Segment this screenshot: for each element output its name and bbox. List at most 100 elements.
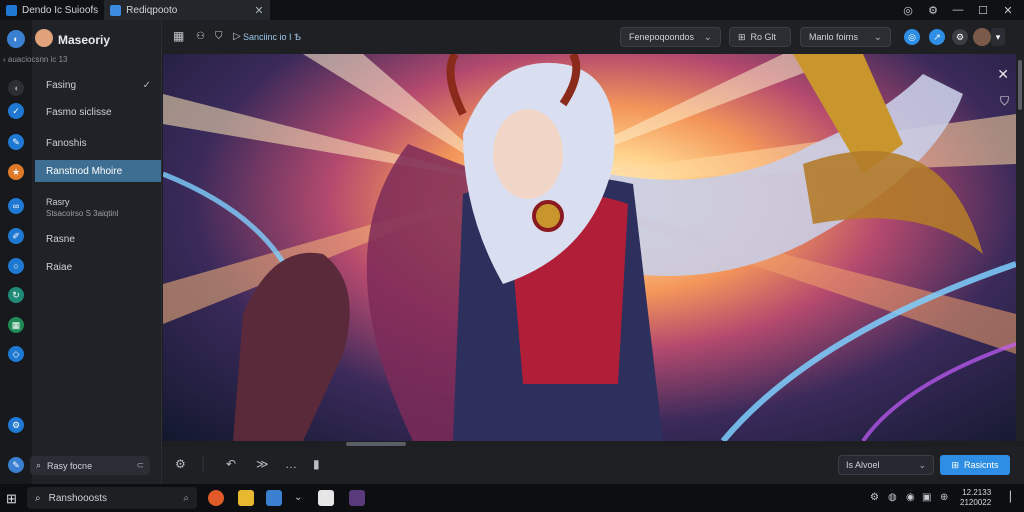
emblem (532, 200, 564, 232)
settings-icon[interactable]: ⚙ (952, 29, 968, 45)
sidebar-item-fasing[interactable]: Fasing ✓ (35, 74, 161, 96)
vertical-scrollbar[interactable] (1016, 54, 1024, 441)
pen-icon[interactable]: ✎ (8, 134, 24, 150)
browser-icon[interactable] (208, 490, 224, 506)
title-bar: Dendo Ic Suioofs Rediqpooto ✕ ◎ ⚙ — ☐ ✕ (0, 0, 1024, 20)
circle-icon[interactable]: ○ (8, 258, 24, 274)
taskbar-clock[interactable]: 12.2133 2120022 (960, 488, 991, 508)
face (493, 109, 563, 199)
image-icon: ⊞ (951, 459, 960, 470)
sidebar-search[interactable]: ⌕ Rasy focne ⊂ (30, 456, 150, 475)
clear-icon[interactable]: ⊂ (136, 460, 144, 471)
users-icon[interactable]: ⚇ (196, 31, 205, 42)
collapse-icon[interactable]: ◖ (8, 80, 24, 96)
minimize-button[interactable]: — (952, 4, 964, 16)
toolbar-dropdown-3[interactable]: Manlo foirns ⌄ (800, 27, 891, 47)
energy-arc (861, 342, 1016, 441)
shield-icon[interactable]: ⛉ (1000, 94, 1009, 109)
sidebar-item-7[interactable]: Raiae (35, 256, 161, 278)
network-icon[interactable]: ⚙ (870, 492, 879, 503)
grid-view-icon[interactable]: ▦ (173, 29, 184, 43)
close-tab-icon[interactable]: ✕ (254, 4, 263, 17)
artwork-image (163, 54, 1016, 441)
play-icon[interactable]: ▷ (233, 31, 241, 42)
document-icon[interactable] (318, 490, 334, 506)
clock-date: 2120022 (960, 498, 992, 507)
start-icon[interactable]: ⊞ (6, 491, 17, 507)
grid-icon[interactable]: ▦ (8, 317, 24, 333)
taskbar-search[interactable]: ⌕ Ranshooosts ⌕ (27, 487, 197, 509)
game-icon[interactable] (349, 490, 365, 506)
gear-icon[interactable]: ⚙ (175, 457, 186, 471)
battery-icon[interactable]: ▣ (922, 492, 931, 503)
sidebar-item-6[interactable]: Rasne (35, 228, 161, 250)
horn (446, 54, 467, 116)
show-desktop-icon[interactable]: ▏ (1010, 492, 1018, 503)
check-icon[interactable]: ✓ (8, 103, 24, 119)
layers-icon[interactable]: ◇ (8, 346, 24, 362)
clock-time: 12.2133 (962, 488, 992, 497)
app-logo-icon[interactable]: ◐ (7, 30, 25, 48)
tab-first[interactable]: Dendo Ic Suioofs (0, 0, 104, 20)
bottom-select[interactable]: Is Alvoel ⌄ (838, 455, 934, 475)
sidebar-item-label: Fasing (46, 79, 77, 91)
dropdown-label: Manlo foirns (809, 32, 859, 42)
window-controls: ◎ ⚙ — ☐ ✕ (902, 4, 1024, 17)
photos-icon[interactable] (266, 490, 282, 506)
breadcrumb[interactable]: Sanciinc io I Ѣ (243, 32, 301, 42)
shield-icon[interactable]: ⛉ (215, 31, 223, 42)
primary-action-label: Rasicnts (964, 460, 999, 470)
sidebar-item-label: Fasmo siclisse (46, 106, 112, 118)
toolbar-dropdown-2[interactable]: ⊞ Ro Glt (729, 27, 791, 47)
divider: │ (200, 457, 208, 471)
sidebar-item-5[interactable]: Rasry Stsacoirso S 3aiqtinl (46, 197, 118, 219)
bottom-select-label: Is Alvoel (846, 460, 880, 470)
image-canvas[interactable]: ✕ ⛉ (163, 54, 1016, 441)
bookmark-icon[interactable]: ▮ (313, 457, 320, 471)
more-icon[interactable]: … (285, 457, 297, 471)
tab-label: Rediqpooto (126, 4, 178, 16)
notification-icon[interactable]: ⊕ (940, 492, 948, 503)
scrollbar-thumb[interactable] (1018, 60, 1022, 110)
dropdown-label: Fenepoqoondos (629, 32, 695, 42)
avatar-menu-icon[interactable]: ▾ (991, 28, 1005, 46)
account-subtitle: ‹ auaciocsnn ic 13 (3, 55, 68, 64)
sidebar-item-label: Rasry (46, 197, 70, 207)
sidebar-item-2[interactable]: Fasmo siclisse (35, 101, 161, 123)
primary-action-button[interactable]: ⊞ Rasicnts (940, 455, 1010, 475)
sidebar-item-3[interactable]: Fanoshis (35, 132, 161, 154)
tab-second[interactable]: Rediqpooto ✕ (104, 0, 270, 20)
volume-icon[interactable]: ◉ (906, 492, 915, 503)
maximize-button[interactable]: ☐ (977, 4, 989, 17)
search-icon: ⌕ (36, 460, 42, 470)
toolbar-dropdown-1[interactable]: Fenepoqoondos ⌄ (620, 27, 721, 47)
avatar[interactable] (973, 28, 991, 46)
gear-icon[interactable]: ⚙ (8, 417, 24, 433)
edit-icon[interactable]: ✐ (8, 228, 24, 244)
scrollbar-thumb[interactable] (346, 442, 406, 446)
check-icon: ✓ (142, 79, 151, 91)
app-icon (110, 4, 122, 16)
account-icon[interactable]: ◎ (902, 4, 914, 17)
refresh-icon[interactable]: ↻ (8, 287, 24, 303)
close-viewer-icon[interactable]: ✕ (997, 66, 1009, 83)
sidebar-item-label: Rasne (46, 233, 75, 245)
compose-icon[interactable]: ✎ (8, 457, 24, 473)
tab-label: Dendo Ic Suioofs (22, 4, 99, 16)
search-icon: ⌕ (183, 492, 189, 504)
rotate-icon[interactable]: ↶ (226, 457, 236, 471)
chevron-down-icon[interactable]: ⌄ (294, 492, 302, 503)
wifi-icon[interactable]: ◍ (888, 492, 897, 503)
sync-icon[interactable]: ◎ (904, 29, 920, 45)
image-icon: ⊞ (738, 31, 746, 42)
star-icon[interactable]: ★ (8, 164, 24, 180)
settings-icon[interactable]: ⚙ (927, 4, 939, 17)
avatar[interactable] (35, 29, 53, 47)
app-window: Dendo Ic Suioofs Rediqpooto ✕ ◎ ⚙ — ☐ ✕ … (0, 0, 1024, 512)
sidebar-item-4[interactable]: Ranstnod Mhoire (35, 160, 161, 182)
folder-icon[interactable] (238, 490, 254, 506)
link-icon[interactable]: ∞ (8, 198, 24, 214)
close-window-button[interactable]: ✕ (1002, 4, 1014, 17)
share-icon[interactable]: ↗ (929, 29, 945, 45)
forward-icon[interactable]: ≫ (256, 457, 269, 471)
